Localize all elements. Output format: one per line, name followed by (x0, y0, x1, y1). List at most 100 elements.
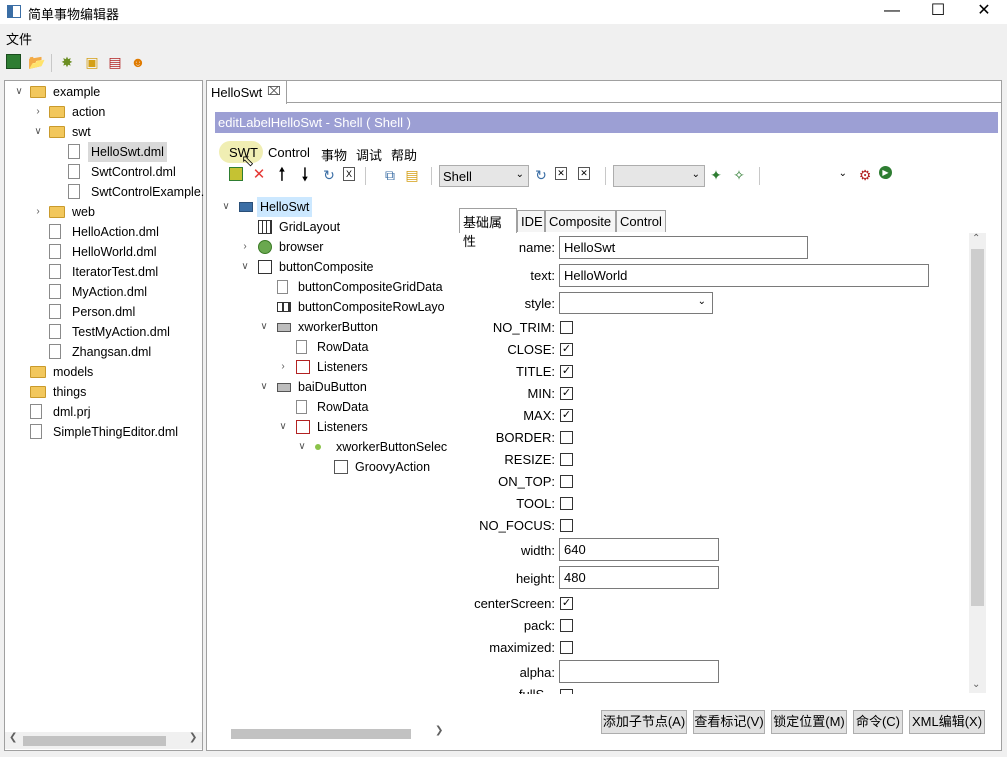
tree-item[interactable]: ∨ swt (5, 122, 200, 142)
tree-item[interactable]: Zhangsan.dml (5, 342, 200, 362)
chevron-right-icon[interactable]: › (32, 202, 44, 222)
chevron-right-icon[interactable]: › (32, 102, 44, 122)
name-input[interactable]: HelloSwt (559, 236, 808, 259)
tree-item[interactable]: TestMyAction.dml (5, 322, 200, 342)
wand-icon[interactable]: ✸ (58, 53, 76, 71)
tree-item[interactable]: Person.dml (5, 302, 200, 322)
tree-item[interactable]: models (5, 362, 200, 382)
chevron-right-icon[interactable]: › (239, 237, 251, 257)
move-up-icon[interactable]: 🠑 (273, 166, 291, 184)
save-icon[interactable] (229, 167, 243, 181)
user-icon[interactable]: ☻ (129, 53, 147, 71)
center-screen-checkbox[interactable]: ✓ (560, 597, 573, 610)
structure-node[interactable]: GridLayout (207, 217, 449, 237)
close-all-icon[interactable]: ✕ (578, 167, 590, 180)
xml-edit-button[interactable]: XML编辑(X) (909, 710, 985, 734)
command-button[interactable]: 命令(C) (853, 710, 903, 734)
tree-item[interactable]: HelloWorld.dml (5, 242, 200, 262)
horizontal-scrollbar[interactable]: ❮ ❯ (5, 732, 202, 749)
tertiary-select[interactable]: ⌄ (765, 165, 851, 187)
move-down-icon[interactable]: 🠓 (296, 166, 314, 184)
structure-hscrollbar[interactable]: ❯ (229, 725, 449, 742)
chevron-right-icon[interactable]: › (277, 357, 289, 377)
chevron-down-icon[interactable]: ∨ (32, 122, 44, 142)
tree-item[interactable]: › action (5, 102, 200, 122)
tree-item[interactable]: dml.prj (5, 402, 200, 422)
style-flag-checkbox[interactable] (560, 453, 573, 466)
tree-item[interactable]: HelloAction.dml (5, 222, 200, 242)
refresh-icon[interactable]: ↻ (532, 166, 550, 184)
tab-helloswt[interactable]: HelloSwt ⌧ (207, 81, 287, 104)
tab-close-icon[interactable]: ⌧ (267, 84, 281, 98)
minimize-button[interactable]: — (869, 0, 915, 24)
scroll-left-icon[interactable]: ❮ (9, 732, 17, 743)
style-flag-checkbox[interactable]: ✓ (560, 365, 573, 378)
property-tab[interactable]: Control (616, 210, 666, 232)
maximize-button[interactable]: ☐ (915, 0, 961, 24)
style-flag-checkbox[interactable] (560, 431, 573, 444)
structure-node[interactable]: ∨ HelloSwt (207, 197, 449, 217)
maximized-checkbox[interactable] (560, 641, 573, 654)
chevron-down-icon[interactable]: ∨ (296, 437, 308, 457)
property-vscrollbar[interactable]: ⌃ ⌄ (969, 233, 986, 693)
document-icon[interactable]: ▤ (106, 53, 124, 71)
tree-item[interactable]: HelloSwt.dml (5, 142, 200, 162)
lock-position-button[interactable]: 锁定位置(M) (771, 710, 847, 734)
chevron-down-icon[interactable]: ∨ (277, 417, 289, 437)
fullscreen-checkbox[interactable] (560, 689, 573, 694)
close-button[interactable]: ✕ (961, 0, 1007, 24)
secondary-select[interactable]: ⌄ (613, 165, 705, 187)
add-child-button[interactable]: 添加子节点(A) (601, 710, 687, 734)
chevron-down-icon[interactable]: ∨ (258, 317, 270, 337)
run-debug-icon[interactable]: ⚙ (856, 166, 874, 184)
style-flag-checkbox[interactable] (560, 519, 573, 532)
style-flag-checkbox[interactable]: ✓ (560, 343, 573, 356)
property-tab[interactable]: IDE (517, 210, 545, 232)
property-tab[interactable]: 基础属性 (459, 208, 517, 249)
tree-item[interactable]: MyAction.dml (5, 282, 200, 302)
style-flag-checkbox[interactable] (560, 497, 573, 510)
scroll-right-icon[interactable]: ❯ (435, 725, 443, 736)
style-flag-checkbox[interactable] (560, 475, 573, 488)
tree-item[interactable]: IteratorTest.dml (5, 262, 200, 282)
close-view-icon[interactable]: ✕ (555, 167, 567, 180)
xml-icon[interactable]: X (343, 167, 355, 181)
open-folder-icon[interactable]: 📂 (28, 53, 46, 71)
scroll-thumb[interactable] (23, 736, 166, 746)
tree-item[interactable]: ∨ example (5, 82, 200, 102)
delete-icon[interactable]: ✕ (250, 166, 268, 184)
chevron-down-icon[interactable]: ∨ (258, 377, 270, 397)
submenu-help[interactable]: 帮助 (391, 145, 417, 164)
chevron-down-icon[interactable]: ∨ (220, 197, 232, 217)
property-tab[interactable]: Composite (545, 210, 616, 232)
view-mark-button[interactable]: 查看标记(V) (693, 710, 765, 734)
width-input[interactable]: 640 (559, 538, 719, 561)
submenu-control[interactable]: Control (268, 145, 310, 160)
chevron-down-icon[interactable]: ∨ (239, 257, 251, 277)
scroll-thumb[interactable] (971, 249, 984, 606)
scroll-thumb[interactable] (231, 729, 411, 739)
image-icon[interactable]: ▣ (83, 53, 101, 71)
play-icon[interactable]: ▶ (879, 166, 892, 179)
submenu-thing[interactable]: 事物 (321, 145, 347, 164)
paste-icon[interactable]: ▤ (403, 166, 421, 184)
alpha-input[interactable] (559, 660, 719, 683)
control-type-select[interactable]: Shell ⌄ (439, 165, 529, 187)
save-icon[interactable] (6, 54, 21, 69)
tree-item[interactable]: SwtControlExample. (5, 182, 204, 202)
text-input[interactable]: HelloWorld (559, 264, 929, 287)
pack-checkbox[interactable] (560, 619, 573, 632)
tree-item[interactable]: things (5, 382, 200, 402)
menu-file[interactable]: 文件 (6, 29, 32, 48)
refresh-icon[interactable]: ↻ (320, 166, 338, 184)
puzzle-remove-icon[interactable]: ✧ (730, 166, 748, 184)
style-flag-checkbox[interactable]: ✓ (560, 409, 573, 422)
tree-item[interactable]: › web (5, 202, 200, 222)
style-select[interactable]: ⌄ (559, 292, 713, 314)
tree-item[interactable]: SwtControl.dml (5, 162, 200, 182)
copy-icon[interactable]: ⧉ (381, 166, 399, 184)
submenu-debug[interactable]: 调试 (356, 145, 382, 164)
scroll-down-icon[interactable]: ⌄ (972, 679, 980, 690)
scroll-right-icon[interactable]: ❯ (189, 732, 197, 743)
style-flag-checkbox[interactable]: ✓ (560, 387, 573, 400)
